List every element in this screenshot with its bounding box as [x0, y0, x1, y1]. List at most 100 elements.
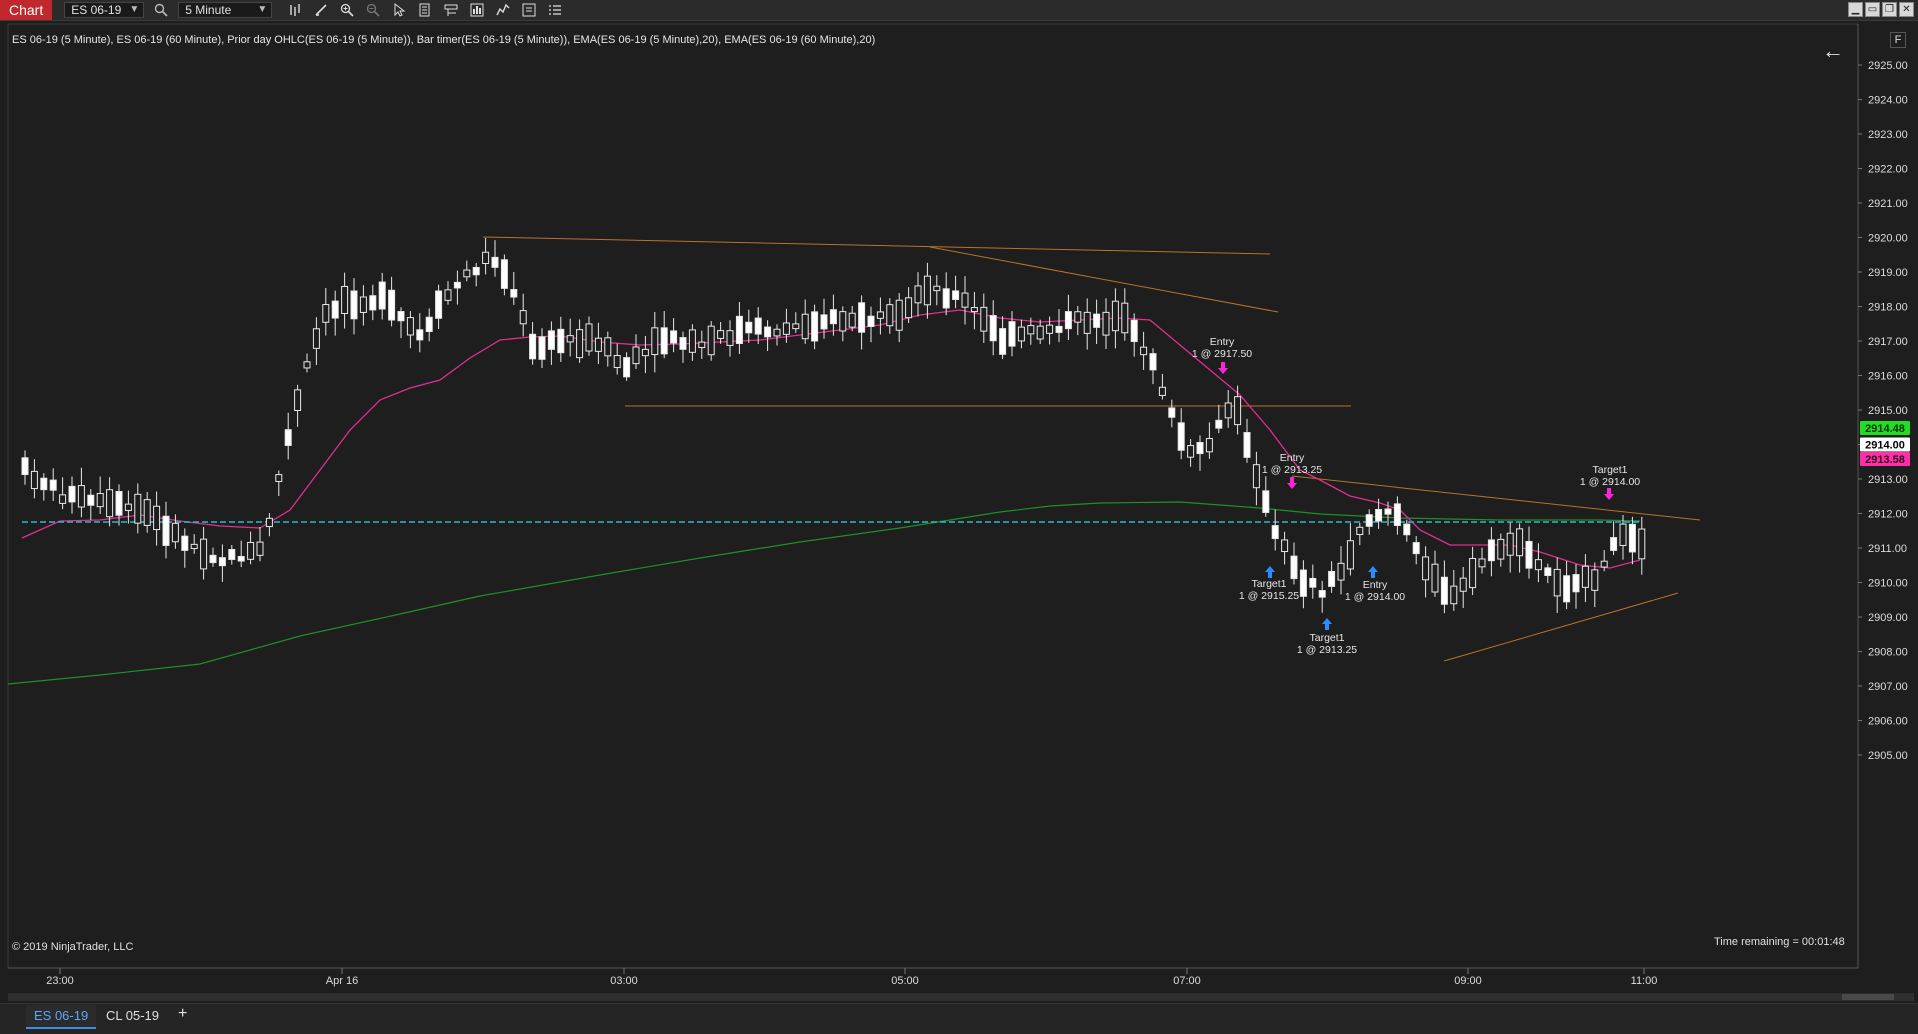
price-tick-label: 2910.00 [1868, 578, 1908, 590]
candle-body [425, 316, 433, 333]
candle-body [1337, 562, 1345, 581]
candle-body [209, 554, 217, 564]
candle-body [1055, 325, 1063, 333]
trade-annotation-label: Target1 [1309, 632, 1344, 644]
candle-body [679, 337, 687, 350]
trade-annotation-value: 1 @ 2915.25 [1239, 590, 1299, 602]
candle-body [162, 515, 170, 546]
candle-body [190, 543, 198, 550]
candle-body [1243, 432, 1251, 458]
copyright: © 2019 NinjaTrader, LLC [12, 941, 134, 953]
candle-body [1252, 464, 1260, 489]
candle-body [1600, 560, 1608, 568]
candle-body [1553, 568, 1561, 597]
candle-body [848, 312, 856, 328]
candle-body [905, 297, 913, 319]
candle-body [576, 329, 584, 359]
price-tick-label: 2906.00 [1868, 716, 1908, 728]
price-tick-label: 2921.00 [1868, 198, 1908, 210]
candle-body [1017, 326, 1025, 342]
candle-body [1008, 321, 1016, 347]
candle-body [388, 289, 396, 321]
candle-body [1544, 567, 1552, 576]
candle-body [980, 306, 988, 332]
f-button[interactable]: F [1890, 32, 1906, 48]
candle-body [21, 457, 29, 476]
candle-body [1224, 402, 1232, 419]
candle-body [773, 328, 781, 337]
candle-body [491, 256, 499, 268]
candle-body [1234, 396, 1242, 426]
price-tick-label: 2912.00 [1868, 509, 1908, 521]
trade-annotation-label: Target1 [1251, 578, 1286, 590]
candle-body [1534, 559, 1542, 571]
trade-annotation-label: Entry [1210, 336, 1235, 348]
candle-body [1140, 346, 1148, 356]
candle-body [256, 541, 264, 556]
candle-body [1027, 325, 1035, 335]
candle-body [444, 289, 452, 301]
candle-body [1196, 442, 1204, 455]
candle-body [1516, 528, 1524, 557]
candle-body [303, 361, 311, 369]
candle-body [1318, 590, 1326, 598]
price-tick-label: 2916.00 [1868, 371, 1908, 383]
candle-body [181, 535, 189, 551]
back-arrow-icon[interactable]: ← [1822, 38, 1844, 64]
candle-body [1036, 325, 1044, 340]
tab-es-06-19[interactable]: ES 06-19 [26, 1005, 97, 1029]
price-tick-label: 2922.00 [1868, 164, 1908, 176]
candle-body [1412, 542, 1420, 555]
candle-body [1487, 539, 1495, 562]
candle-body [77, 485, 85, 508]
candle-body [792, 323, 800, 330]
candle-body [435, 290, 443, 319]
candle-body [867, 315, 875, 327]
price-tick-label: 2925.00 [1868, 60, 1908, 72]
candle-body [1469, 557, 1477, 589]
candle-body [782, 322, 790, 335]
time-tick-label: 11:00 [1631, 975, 1658, 987]
horizontal-scrollbar[interactable] [8, 993, 1914, 1001]
candle-body [406, 317, 414, 336]
candle-body [284, 429, 292, 446]
candle-body [115, 490, 123, 516]
candle-body [237, 555, 245, 562]
chart-panel-frame [7, 23, 1859, 969]
candle-body [895, 299, 903, 331]
add-tab-button[interactable]: + [178, 1005, 187, 1023]
candle-body [322, 304, 330, 323]
candle-body [670, 330, 678, 344]
candle-body [369, 295, 377, 311]
price-tick-label: 2920.00 [1868, 233, 1908, 245]
candle-body [952, 290, 960, 300]
price-chart[interactable]: 2925.00 2924.00 2923.00 2922.00 2921.00 2920.… [0, 0, 1918, 1003]
price-tick-label: 2923.00 [1868, 129, 1908, 141]
candle-body [1497, 538, 1505, 560]
candle-body [632, 346, 640, 365]
trade-annotation-value: 1 @ 2913.25 [1297, 644, 1357, 656]
candle-body [49, 479, 57, 491]
candle-body [557, 328, 565, 354]
price-tick-label: 2924.00 [1868, 95, 1908, 107]
price-tick-label: 2919.00 [1868, 267, 1908, 279]
scroll-thumb[interactable] [1842, 994, 1894, 1000]
candle-body [153, 505, 161, 531]
candle-body [538, 336, 546, 360]
candle-body [519, 310, 527, 325]
candle-body [124, 503, 132, 511]
candle-body [876, 311, 884, 319]
candle-body [811, 311, 819, 342]
candle-body [1083, 311, 1091, 334]
candle-body [247, 541, 255, 560]
tab-cl-05-19[interactable]: CL 05-19 [98, 1005, 167, 1027]
candle-body [1111, 300, 1119, 332]
candle-body [1158, 386, 1166, 396]
candle-body [529, 333, 537, 360]
candle-body [416, 329, 424, 341]
candle-body [1628, 523, 1636, 553]
price-marker-label: 2914.00 [1865, 440, 1905, 452]
price-tick-label: 2905.00 [1868, 750, 1908, 762]
candle-body [660, 327, 668, 355]
candle-body [688, 329, 696, 353]
